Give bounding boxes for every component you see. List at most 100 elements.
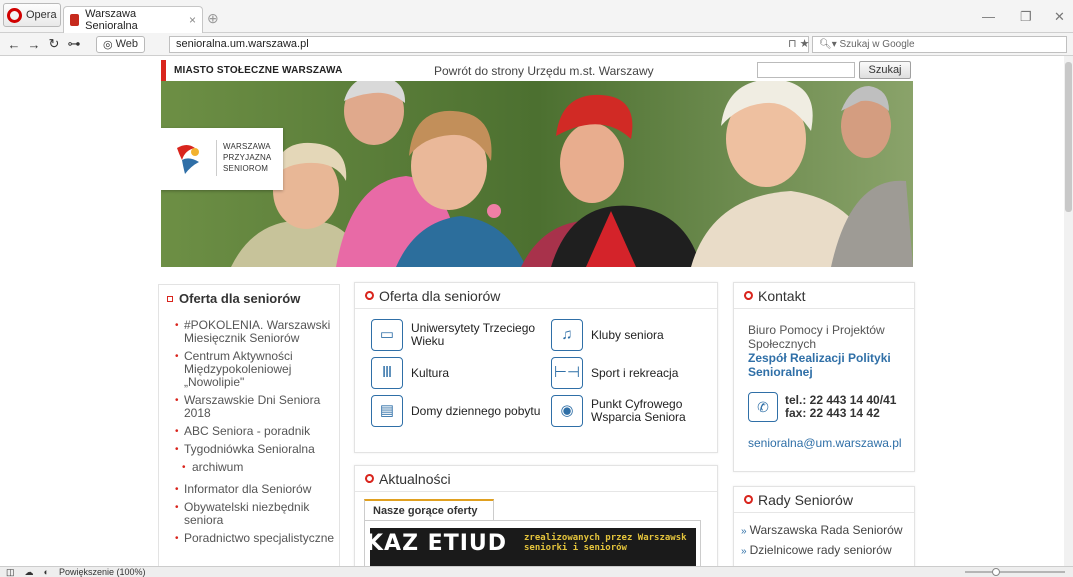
favicon-icon — [70, 14, 80, 26]
contact-box-header: Kontakt — [734, 283, 914, 309]
offer-item-sport[interactable]: ⊢⊣ Sport i rekreacja — [551, 357, 711, 389]
offer-item-label: Punkt Cyfrowego Wsparcia Seniora — [591, 397, 686, 424]
councils-list: » Warszawska Rada Seniorów » Dzielnicowe r… — [741, 521, 903, 561]
offer-item-kultura[interactable]: Ⅲ Kultura — [371, 357, 551, 389]
offer-item-label: Kluby seniora — [591, 327, 664, 342]
scrollbar-thumb[interactable] — [1065, 62, 1072, 212]
browser-tab[interactable]: Warszawa Senioralna × — [63, 6, 203, 33]
opera-menu-button[interactable]: Opera — [3, 3, 61, 27]
globe-icon: ◎ — [103, 38, 113, 51]
offer-box-title: Oferta dla seniorów — [379, 287, 501, 304]
sidebar-menu: #POKOLENIA. Warszawski Miesięcznik Senio… — [175, 319, 341, 550]
column-icon: Ⅲ — [371, 357, 403, 389]
news-box-title: Aktualności — [379, 470, 451, 487]
site-search-button[interactable]: Szukaj — [859, 61, 911, 79]
councils-item-dzielnicowe[interactable]: » Dzielnicowe rady seniorów — [741, 541, 903, 561]
music-notes-icon: ♫ — [551, 319, 583, 351]
ring-bullet-icon — [363, 472, 376, 485]
news-box: Aktualności Nasze gorące oferty KAZ ETIU… — [354, 465, 718, 566]
book-icon: ▭ — [371, 319, 403, 351]
restore-icon[interactable]: ❐ — [1020, 9, 1032, 25]
browser-tab-bar: Opera Warszawa Senioralna × ⊕ ― ❐ ✕ — [0, 0, 1073, 33]
logo-line-3: SENIOROM — [223, 164, 269, 173]
councils-item-label: Dzielnicowe rady seniorów — [749, 543, 892, 557]
contact-phone: ✆ tel.: 22 443 14 40/41 fax: 22 443 14 4… — [748, 392, 896, 422]
forward-icon[interactable]: → — [24, 37, 44, 52]
sidebar-title[interactable]: Oferta dla seniorów — [167, 291, 300, 306]
page-viewport: MIASTO STOŁECZNE WARSZAWA Powrót do stro… — [0, 56, 1064, 566]
offer-item-label: Kultura — [411, 365, 450, 380]
site-top-bar: MIASTO STOŁECZNE WARSZAWA Powrót do stro… — [161, 60, 913, 82]
sidebar-item-poradnictwo[interactable]: Poradnictwo specjalistyczne — [175, 532, 341, 546]
browser-search-input[interactable]: 🔍︎▾ Szukaj w Google — [812, 36, 1067, 53]
opera-logo-icon — [7, 7, 22, 23]
zoom-slider-knob[interactable] — [992, 568, 1000, 576]
close-window-icon[interactable]: ✕ — [1054, 9, 1065, 25]
ring-bullet-icon — [363, 289, 376, 302]
councils-box-title: Rady Seniorów — [758, 491, 853, 508]
ring-bullet-icon — [742, 493, 755, 506]
sidebar-item-niezbednik[interactable]: Obywatelski niezbędnik seniora — [175, 501, 341, 527]
sidebar-item-informator[interactable]: Informator dla Seniorów — [175, 483, 341, 497]
banner-subtext-line-2: seniorki i seniorów — [524, 543, 627, 553]
city-name[interactable]: MIASTO STOŁECZNE WARSZAWA — [174, 65, 343, 76]
offer-item-label: Uniwersytety Trzeciego Wieku — [411, 321, 536, 348]
panel-toggle-icon[interactable]: ◫ — [6, 567, 15, 577]
hero-photo: WARSZAWA PRZYJAZNA SENIOROM — [161, 81, 913, 267]
close-tab-icon[interactable]: × — [189, 13, 196, 27]
dumbbell-icon: ⊢⊣ — [551, 357, 583, 389]
phone-icon: ✆ — [748, 392, 778, 422]
chevron-right-icon: » — [741, 526, 747, 537]
reload-icon[interactable]: ↻ — [44, 36, 64, 52]
ring-bullet-icon — [742, 289, 755, 302]
hot-offers-panel: KAZ ETIUD zrealizowanych przez Warszawsk… — [364, 520, 701, 566]
digital-support-icon: ◉ — [551, 395, 583, 427]
site-search-input[interactable] — [757, 62, 855, 78]
calendar-icon: ▤ — [371, 395, 403, 427]
warszawa-przyjazna-seniorom-logo[interactable]: WARSZAWA PRZYJAZNA SENIOROM — [161, 128, 283, 190]
banner-subtext-line-1: zrealizowanych przez Warszawsk — [524, 533, 687, 543]
square-bullet-icon — [167, 295, 173, 302]
turbo-icon[interactable]: ☁ — [25, 567, 34, 577]
minimize-icon[interactable]: ― — [982, 9, 995, 24]
offer-box: Oferta dla seniorów ▭ Uniwersytety Trzec… — [354, 282, 718, 453]
logo-line-1: WARSZAWA — [223, 142, 271, 151]
tab-title: Warszawa Senioralna — [85, 8, 138, 32]
councils-item-warszawska[interactable]: » Warszawska Rada Seniorów — [741, 521, 903, 541]
logo-text: WARSZAWA PRZYJAZNA SENIOROM — [223, 141, 271, 174]
logo-line-2: PRZYJAZNA — [223, 153, 272, 162]
offer-item-label: Domy dziennego pobytu — [411, 403, 541, 418]
contact-email-link[interactable]: senioralna@um.warszawa.pl — [748, 436, 902, 450]
rss-bookmark-icons[interactable]: ⊓ ★ — [788, 37, 810, 50]
page-scrollbar[interactable] — [1064, 56, 1073, 566]
back-icon[interactable]: ← — [4, 37, 24, 52]
site-info-button[interactable]: ◎ Web — [96, 35, 146, 53]
offer-item-punkt-cyfrowy[interactable]: ◉ Punkt Cyfrowego Wsparcia Seniora — [551, 395, 716, 427]
left-sidebar: Oferta dla seniorów #POKOLENIA. Warszaws… — [158, 284, 340, 566]
address-bar[interactable]: senioralna.um.warszawa.pl — [169, 36, 809, 53]
news-banner[interactable]: KAZ ETIUD zrealizowanych przez Warszawsk… — [370, 528, 696, 566]
contact-details: Biuro Pomocy i Projektów Społecznych Zes… — [748, 323, 908, 379]
site-info-label: Web — [115, 38, 139, 50]
councils-box-header: Rady Seniorów — [734, 487, 914, 513]
contact-box: Kontakt Biuro Pomocy i Projektów Społecz… — [733, 282, 915, 472]
senior-friendly-logo-icon — [177, 145, 199, 174]
sidebar-item-centrum-aktywnosci[interactable]: Centrum Aktywności Międzypokoleniowej „N… — [175, 350, 341, 389]
back-to-office-link[interactable]: Powrót do strony Urzędu m.st. Warszawy — [434, 64, 654, 78]
new-tab-icon[interactable]: ⊕ — [207, 10, 219, 27]
zoom-slider[interactable] — [965, 568, 1065, 576]
offer-item-domy[interactable]: ▤ Domy dziennego pobytu — [371, 395, 551, 427]
offer-item-uniwersytety[interactable]: ▭ Uniwersytety Trzeciego Wieku — [371, 319, 551, 351]
sidebar-item-abc-seniora[interactable]: ABC Seniora - poradnik — [175, 425, 341, 439]
zoom-icon[interactable]: ◐ — [44, 567, 49, 577]
tab-hot-offers[interactable]: Nasze gorące oferty — [364, 499, 494, 521]
sidebar-item-archiwum[interactable]: archiwum — [175, 461, 341, 475]
banner-subtext: zrealizowanych przez Warszawsk seniorki … — [524, 533, 687, 553]
sidebar-item-pokolenia[interactable]: #POKOLENIA. Warszawski Miesięcznik Senio… — [175, 319, 341, 345]
contact-team[interactable]: Zespół Realizacji Polityki Senioralnej — [748, 351, 908, 379]
sidebar-item-dni-seniora[interactable]: Warszawskie Dni Seniora 2018 — [175, 394, 341, 420]
offer-item-kluby[interactable]: ♫ Kluby seniora — [551, 319, 711, 351]
offer-box-header: Oferta dla seniorów — [355, 283, 717, 309]
sidebar-item-tygodniowka[interactable]: Tygodniówka Senioralna — [175, 443, 341, 457]
key-icon[interactable]: ⊶ — [64, 36, 84, 52]
